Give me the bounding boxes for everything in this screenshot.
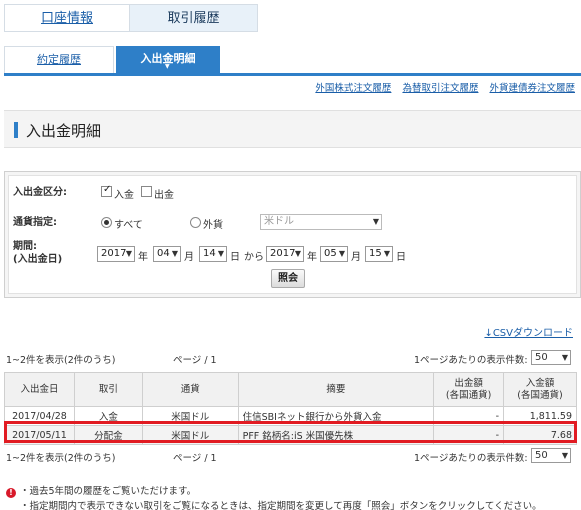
cell-currency: 米国ドル [141,406,239,426]
dropdown-arrow-icon: ▼ [561,451,568,460]
currency-select-value: 米ドル [264,216,294,227]
from-year-value: 2017 [101,248,127,259]
note-text: ・指定期間内で表示できない取引をご覧になるときは、指定期間を変更して再度「照会」… [20,501,542,510]
per-page-select[interactable]: 50 ▼ [531,350,571,365]
dropdown-arrow-icon: ▼ [338,249,345,258]
to-year-select[interactable]: 2017 ▼ [266,246,304,262]
period-label: 期間: [13,241,37,252]
col-header-currency: 通貨 [141,372,239,407]
kara-text: から [244,252,264,263]
cell-type: 分配金 [73,425,143,445]
to-month-select[interactable]: 05 ▼ [320,246,348,262]
withdrawal-checkbox[interactable] [141,186,152,197]
search-button[interactable]: 照会 [271,269,305,288]
type-label: 入出金区分: [13,187,67,198]
tab-account-info[interactable]: 口座情報 [4,4,130,32]
per-page-value: 50 [535,352,548,363]
note-line: ・指定期間内で表示できない取引をご覧になるときは、指定期間を変更して再度「照会」… [6,499,542,510]
link-foreign-stock-orders[interactable]: 外国株式注文履歴 [315,83,391,94]
col-header-description: 摘要 [237,372,435,407]
per-page-select[interactable]: 50 ▼ [531,448,571,463]
from-month-value: 04 [157,248,170,259]
cell-type: 入金 [73,406,143,426]
from-day-select[interactable]: 14 ▼ [199,246,227,262]
currency-select[interactable]: 米ドル ▼ [260,214,382,230]
caret-down-icon: ▼ [165,63,170,70]
dropdown-arrow-icon: ▼ [125,249,132,258]
col-header-type: 取引 [73,372,143,407]
deposit-option-label: 入金 [114,190,134,201]
cell-currency: 米国ドル [141,425,239,445]
page-title: 入出金明細 [26,122,102,140]
tab-execution-history[interactable]: 約定履歴 [4,46,114,73]
table-row: 2017/05/11 分配金 米国ドル PFF 銘柄名:iS 米国優先株 - 7… [4,425,577,445]
cell-description: PFF 銘柄名:iS 米国優先株 [237,425,435,445]
currency-all-radio[interactable] [101,217,112,228]
table-row: 2017/04/28 入金 米国ドル 住信SBIネット銀行から外貨入金 - 1,… [4,406,577,426]
title-accent-bar [14,122,18,138]
result-count: 1~2件を表示(2件のうち) [6,355,116,366]
to-day-value: 15 [369,248,382,259]
unit-year: 年 [138,252,148,263]
transactions-table: 入出金日 取引 通貨 摘要 出金額 (各国通貨) 入金額 (各国通貨) 2017… [4,372,577,445]
col-header-withdrawal: 出金額 (各国通貨) [433,372,504,407]
dropdown-arrow-icon: ▼ [294,249,301,258]
to-month-value: 05 [324,248,337,259]
link-fx-orders[interactable]: 為替取引注文履歴 [402,83,478,94]
per-page-label: 1ページあたりの表示件数: [414,453,528,464]
dropdown-arrow-icon: ▼ [561,353,568,362]
cell-date: 2017/04/28 [4,406,75,426]
unit-month: 月 [351,252,361,263]
from-day-value: 14 [203,248,216,259]
warning-icon: ! [6,488,16,498]
col-header-deposit: 入金額 (各国通貨) [503,372,577,407]
period-sublabel: (入出金日) [13,254,63,265]
withdrawal-option-label: 出金 [154,190,174,201]
page-title-box: 入出金明細 [4,110,581,148]
unit-year: 年 [307,252,317,263]
page-indicator: ページ / 1 [173,355,217,366]
cell-withdrawal: - [433,406,504,426]
note-text: ・過去5年間の履歴をご覧いただけます。 [20,486,197,497]
csv-download-link[interactable]: ↓CSVダウンロード [484,324,573,339]
cell-deposit: 1,811.59 [503,406,577,426]
dropdown-arrow-icon: ▼ [372,217,379,226]
dropdown-arrow-icon: ▼ [383,249,390,258]
to-day-select[interactable]: 15 ▼ [365,246,393,262]
result-count: 1~2件を表示(2件のうち) [6,453,116,464]
table-header-row: 入出金日 取引 通貨 摘要 出金額 (各国通貨) 入金額 (各国通貨) [4,372,577,407]
link-foreign-bond-orders[interactable]: 外貨建債券注文履歴 [489,83,575,94]
to-year-value: 2017 [270,248,296,259]
unit-month: 月 [184,252,194,263]
tab-transaction-history[interactable]: 取引履歴 [130,4,258,32]
history-links: 外国株式注文履歴 為替取引注文履歴 外貨建債券注文履歴 [307,80,575,94]
from-month-select[interactable]: 04 ▼ [153,246,181,262]
currency-all-label: すべて [114,220,143,231]
notes: ! ・過去5年間の履歴をご覧いただけます。 ・指定期間内で表示できない取引をご覧に… [6,484,542,510]
unit-day: 日 [230,252,240,263]
deposit-checkbox[interactable] [101,184,112,197]
note-line: ! ・過去5年間の履歴をご覧いただけます。 [6,484,542,499]
cell-date: 2017/05/11 [4,425,75,445]
currency-foreign-radio[interactable] [190,217,201,228]
tab-deposit-withdrawal[interactable]: 入出金明細 ▼ [116,46,220,73]
currency-label: 通貨指定: [13,217,57,228]
per-page-label: 1ページあたりの表示件数: [414,355,528,366]
col-header-date: 入出金日 [4,372,75,407]
sub-tab-bar: 約定履歴 入出金明細 ▼ [4,46,581,76]
cell-withdrawal: - [433,425,504,445]
dropdown-arrow-icon: ▼ [217,249,224,258]
unit-day: 日 [396,252,406,263]
from-year-select[interactable]: 2017 ▼ [97,246,135,262]
per-page-value: 50 [535,450,548,461]
page-indicator: ページ / 1 [173,453,217,464]
cell-deposit: 7.68 [503,425,577,445]
currency-foreign-label: 外貨 [203,220,223,231]
dropdown-arrow-icon: ▼ [171,249,178,258]
cell-description: 住信SBIネット銀行から外貨入金 [237,406,435,426]
